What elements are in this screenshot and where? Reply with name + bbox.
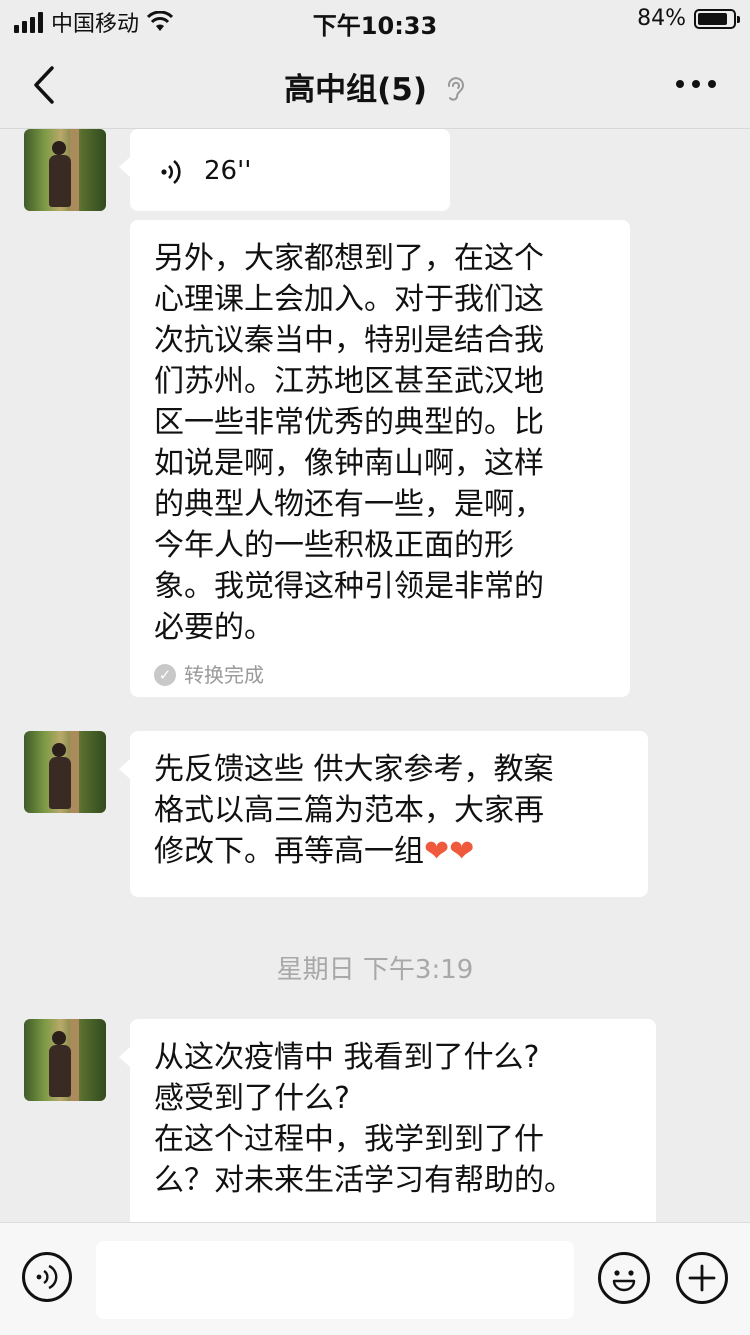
transcript-status-text: 转换完成 — [184, 663, 264, 687]
heart-emoji: ❤❤ — [424, 834, 475, 869]
message-line: 另外，大家都想到了，在这个 — [154, 241, 544, 276]
more-icon[interactable] — [676, 80, 716, 88]
emoji-button[interactable] — [598, 1252, 650, 1304]
input-bar — [0, 1222, 750, 1335]
voice-icon — [161, 159, 181, 184]
voice-icon — [36, 1264, 58, 1290]
check-icon: ✓ — [154, 664, 176, 686]
battery-percent: 84% — [637, 6, 686, 31]
message-line: 从这次疫情中 我看到了什么? — [154, 1040, 540, 1075]
message-line: 在这个过程中，我学到到了什 — [154, 1122, 544, 1157]
message-input[interactable] — [96, 1241, 574, 1319]
voice-input-button[interactable] — [22, 1252, 72, 1302]
chat-title-text: 高中组(5) — [284, 72, 428, 108]
transcript-status: ✓ 转换完成 — [154, 662, 606, 688]
chat-title: 高中组(5) — [0, 64, 750, 109]
message-line: 们苏州。江苏地区甚至武汉地 — [154, 364, 544, 399]
add-icon — [688, 1264, 716, 1292]
emoji-icon — [612, 1270, 636, 1292]
voice-duration: 26'' — [204, 156, 252, 186]
text-message[interactable]: 先反馈这些 供大家参考，教案 格式以高三篇为范本，大家再 修改下。再等高一组❤❤ — [119, 731, 648, 897]
message-line: 区一些非常优秀的典型的。比 — [154, 405, 544, 440]
message-line: 先反馈这些 供大家参考，教案 — [154, 752, 554, 787]
transcript-message[interactable]: 另外，大家都想到了，在这个 心理课上会加入。对于我们这 次抗议秦当中，特别是结合… — [130, 220, 630, 697]
voice-message[interactable]: 26'' — [119, 129, 450, 211]
message-line: 格式以高三篇为范本，大家再 — [154, 793, 544, 828]
avatar[interactable] — [24, 1019, 106, 1101]
message-line: 的典型人物还有一些，是啊， — [154, 487, 544, 522]
message-line: 象。我觉得这种引领是非常的 — [154, 569, 544, 604]
ear-icon — [447, 77, 464, 101]
avatar[interactable] — [24, 731, 106, 813]
message-timestamp: 星期日 下午3:19 — [276, 955, 474, 985]
battery-icon — [694, 8, 740, 29]
add-button[interactable] — [676, 1252, 728, 1304]
avatar[interactable] — [24, 129, 106, 211]
message-line: 心理课上会加入。对于我们这 — [154, 282, 544, 317]
nav-bar: 高中组(5) — [0, 42, 750, 129]
chat-area[interactable]: 26'' 另外，大家都想到了，在这个 心理课上会加入。对于我们这 次抗议秦当中，… — [0, 129, 750, 1222]
message-line: 次抗议秦当中，特别是结合我 — [154, 323, 544, 358]
message-line: 修改下。再等高一组❤❤ — [154, 834, 475, 869]
message-line: 今年人的一些积极正面的形 — [154, 528, 514, 563]
message-line: 感受到了什么? — [154, 1081, 350, 1116]
status-bar: 中国移动 下午10:33 84% — [0, 0, 750, 42]
message-line: 必要的。 — [154, 610, 274, 645]
message-line: 么？对未来生活学习有帮助的。 — [154, 1163, 574, 1198]
message-line: 如说是啊，像钟南山啊，这样 — [154, 446, 544, 481]
text-message[interactable]: 从这次疫情中 我看到了什么? 感受到了什么? 在这个过程中，我学到到了什 么？对… — [119, 1019, 656, 1222]
